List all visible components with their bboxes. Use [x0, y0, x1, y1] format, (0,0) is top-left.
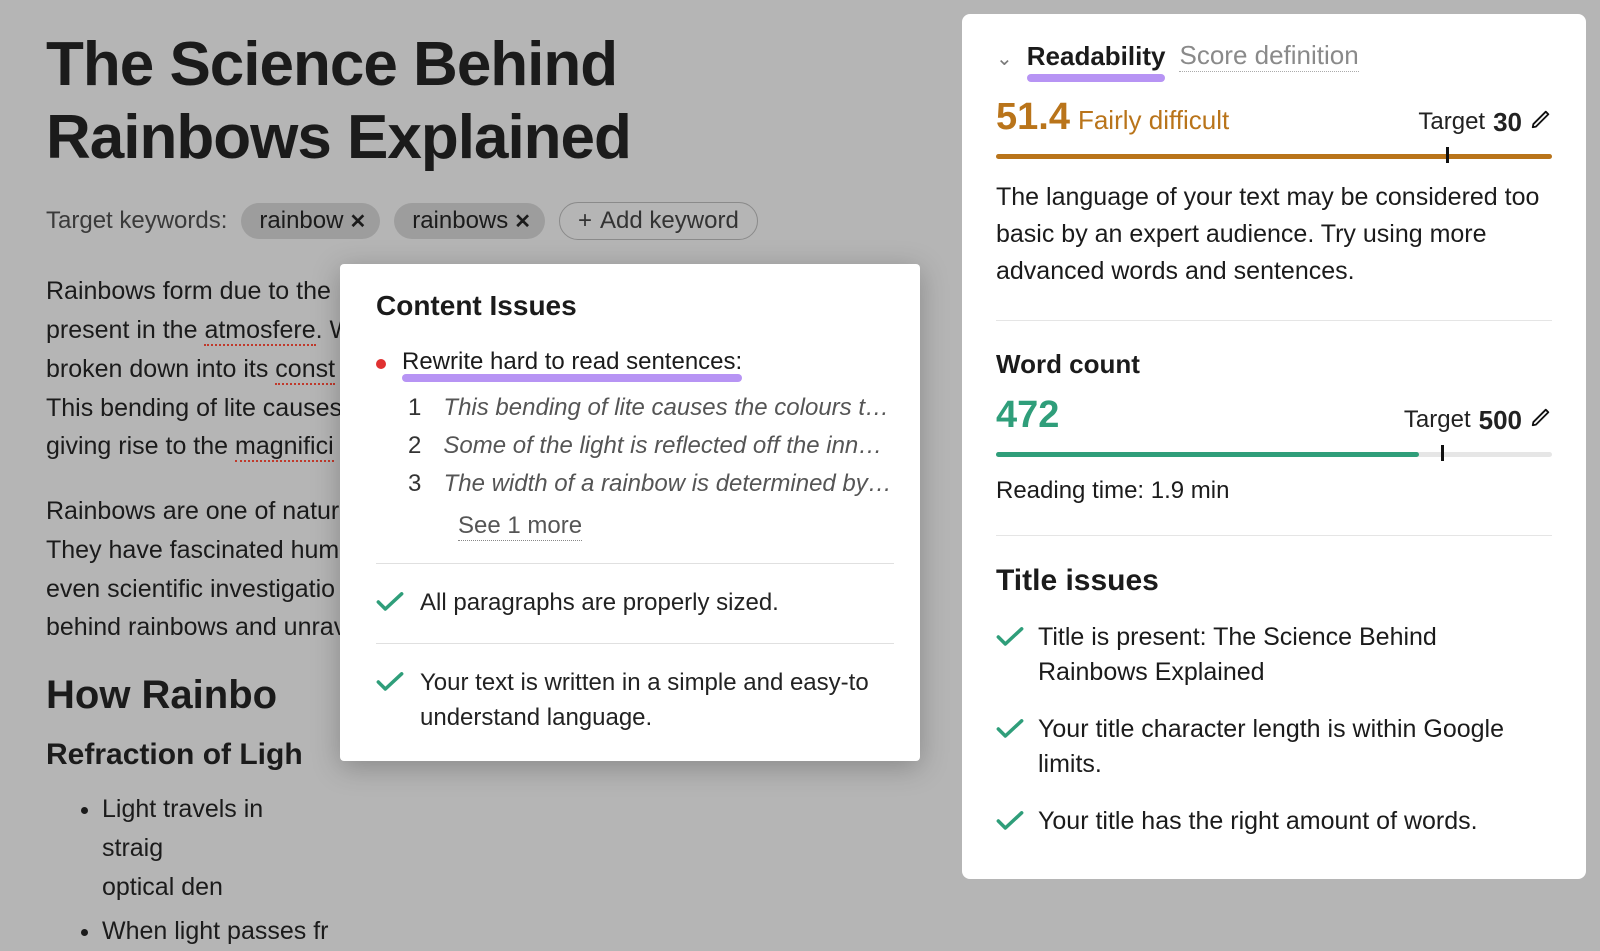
sentence-number: 2: [408, 432, 425, 460]
divider: [376, 563, 894, 564]
edit-icon[interactable]: [1530, 108, 1552, 137]
pass-row: Your text is written in a simple and eas…: [376, 666, 894, 736]
readability-bar: [996, 151, 1552, 159]
title-issue-item: Your title character length is within Go…: [996, 712, 1552, 782]
wordcount-target: Target 500: [1404, 405, 1552, 436]
add-keyword-label: Add keyword: [600, 207, 739, 235]
divider: [376, 643, 894, 644]
sentence-item[interactable]: 2 Some of the light is reflected off the…: [408, 432, 894, 460]
wordcount-row: 472 Target 500: [996, 394, 1552, 437]
readability-label: Fairly difficult: [1078, 105, 1229, 136]
bullet-list[interactable]: Light travels in straig different optica…: [46, 790, 894, 951]
sentence-text: Some of the light is reflected off the i…: [443, 432, 894, 460]
pass-row: All paragraphs are properly sized.: [376, 586, 894, 621]
sentence-text: The width of a rainbow is determined by …: [444, 470, 894, 498]
wordcount-value: 472: [996, 394, 1059, 437]
add-keyword-button[interactable]: + Add keyword: [559, 202, 758, 240]
close-icon[interactable]: ✕: [349, 209, 366, 234]
check-icon: [376, 669, 404, 695]
readability-target: Target 30: [1418, 107, 1552, 138]
plus-icon: +: [578, 207, 592, 235]
sentence-number: 1: [408, 394, 425, 422]
sentence-text: This bending of lite causes the colours …: [443, 394, 894, 422]
check-icon: [996, 715, 1024, 741]
wordcount-bar: [996, 449, 1552, 457]
title-issues-heading: Title issues: [996, 564, 1552, 598]
issue-row: Rewrite hard to read sentences:: [376, 348, 894, 376]
tab-readability[interactable]: Readability: [1027, 41, 1166, 72]
readability-score-row: 51.4 Fairly difficult Target 30: [996, 96, 1552, 139]
keyword-row: Target keywords: rainbow ✕ rainbows ✕ + …: [46, 202, 894, 240]
score-definition-link[interactable]: Score definition: [1179, 40, 1358, 72]
title-issue-item: Title is present: The Science Behind Rai…: [996, 620, 1552, 690]
wordcount-title: Word count: [996, 349, 1552, 380]
content-issues-popover: Content Issues Rewrite hard to read sent…: [340, 264, 920, 761]
divider: [996, 535, 1552, 536]
see-more-link[interactable]: See 1 more: [458, 512, 582, 541]
title-issues-list: Title is present: The Science Behind Rai…: [996, 620, 1552, 839]
highlight-underline: [1027, 74, 1166, 82]
sentence-item[interactable]: 3 The width of a rainbow is determined b…: [408, 470, 894, 498]
sidebar-header: ⌄ Readability Score definition: [996, 40, 1552, 72]
spell-error[interactable]: atmosfere: [204, 316, 315, 346]
readability-description: The language of your text may be conside…: [996, 179, 1552, 290]
check-icon: [996, 807, 1024, 833]
readability-score: 51.4: [996, 96, 1070, 139]
reading-time: Reading time: 1.9 min: [996, 477, 1552, 505]
sentence-list: 1 This bending of lite causes the colour…: [408, 394, 894, 541]
page-title[interactable]: The Science Behind Rainbows Explained: [46, 28, 894, 174]
error-dot-icon: [376, 359, 386, 369]
keywords-label: Target keywords:: [46, 207, 227, 235]
chevron-down-icon[interactable]: ⌄: [996, 46, 1013, 71]
pass-text: All paragraphs are properly sized.: [420, 586, 779, 621]
title-issue-item: Your title has the right amount of words…: [996, 804, 1552, 839]
sentence-item[interactable]: 1 This bending of lite causes the colour…: [408, 394, 894, 422]
spell-error[interactable]: magnifici: [235, 432, 334, 462]
list-item[interactable]: Light travels in straig different optica…: [102, 790, 894, 906]
list-item[interactable]: When light passes fr: [102, 912, 894, 951]
keyword-text: rainbow: [259, 207, 343, 235]
check-icon: [996, 623, 1024, 649]
close-icon[interactable]: ✕: [514, 209, 531, 234]
keyword-chip[interactable]: rainbow ✕: [241, 203, 380, 239]
readability-sidebar: ⌄ Readability Score definition 51.4 Fair…: [962, 14, 1586, 879]
spell-error[interactable]: const: [275, 355, 335, 385]
keyword-text: rainbows: [412, 207, 508, 235]
highlight-underline: [402, 374, 742, 382]
edit-icon[interactable]: [1530, 406, 1552, 435]
popover-title: Content Issues: [376, 290, 894, 322]
divider: [996, 320, 1552, 321]
check-icon: [376, 589, 404, 615]
sentence-number: 3: [408, 470, 426, 498]
pass-text: Your text is written in a simple and eas…: [420, 666, 894, 736]
keyword-chip[interactable]: rainbows ✕: [394, 203, 545, 239]
issue-title[interactable]: Rewrite hard to read sentences:: [402, 348, 742, 376]
